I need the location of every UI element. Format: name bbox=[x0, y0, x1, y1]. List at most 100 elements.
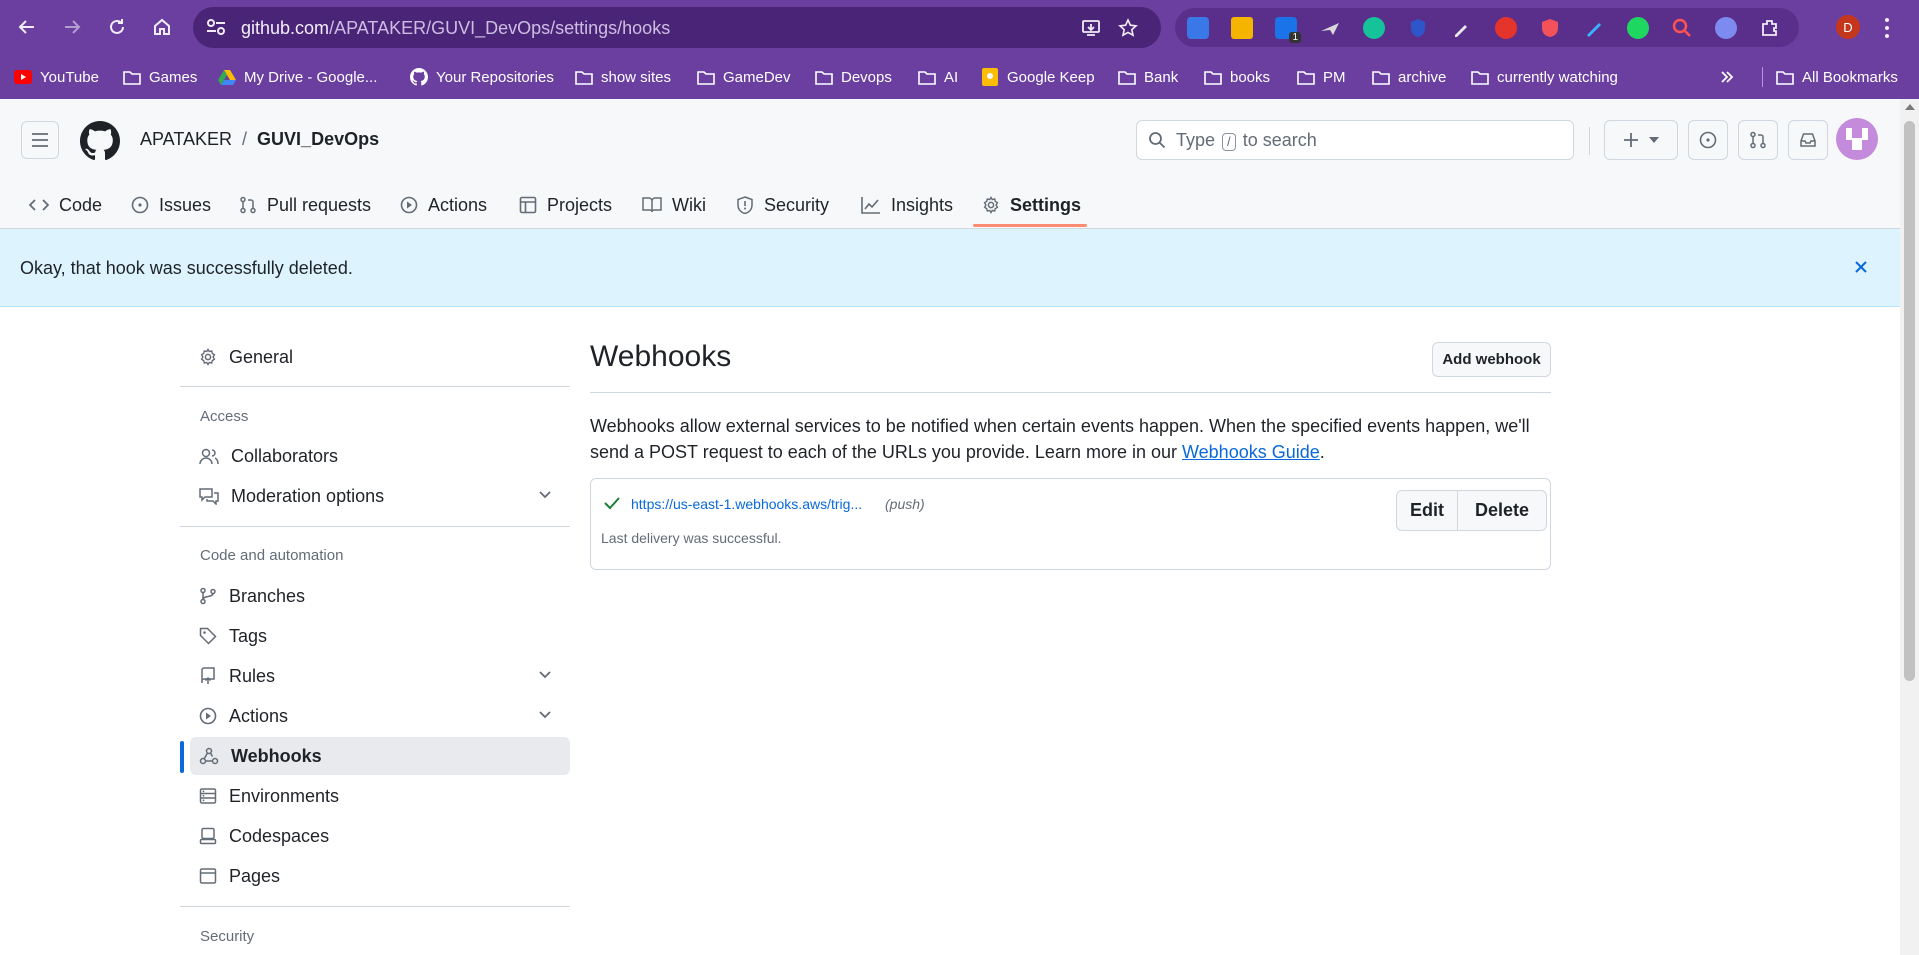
tab-security[interactable]: Security bbox=[736, 181, 829, 229]
bookmark-show-sites[interactable]: show sites bbox=[575, 55, 671, 99]
bookmark-gamedev[interactable]: GameDev bbox=[697, 55, 791, 99]
github-icon bbox=[410, 68, 428, 86]
green-dot-extension-icon[interactable] bbox=[1627, 17, 1649, 39]
tab-wiki[interactable]: Wiki bbox=[642, 181, 706, 229]
bookmark-star-icon[interactable] bbox=[1118, 18, 1138, 38]
grammarly-icon[interactable] bbox=[1363, 17, 1385, 39]
sidebar-item-environments[interactable]: Environments bbox=[190, 777, 570, 815]
sidebar-divider bbox=[180, 906, 570, 907]
bookmark-my-drive[interactable]: My Drive - Google... bbox=[218, 55, 377, 99]
shield-extension-icon[interactable] bbox=[1407, 17, 1429, 39]
sidebar-item-tags[interactable]: Tags bbox=[190, 617, 570, 655]
repo-owner-link[interactable]: APATAKER bbox=[140, 129, 232, 150]
create-new-button[interactable] bbox=[1604, 120, 1678, 160]
tab-settings[interactable]: Settings bbox=[982, 181, 1081, 229]
sidebar-item-branches[interactable]: Branches bbox=[190, 577, 570, 615]
sidebar-item-webhooks[interactable]: Webhooks bbox=[190, 737, 570, 775]
edit-button[interactable]: Edit bbox=[1397, 491, 1458, 530]
bookmark-youtube[interactable]: YouTube bbox=[14, 55, 99, 99]
puzzle-icon[interactable] bbox=[1759, 17, 1781, 39]
extension-badge: 1 bbox=[1289, 32, 1301, 43]
play-icon bbox=[400, 196, 418, 214]
sidebar-heading-security: Security bbox=[200, 928, 255, 945]
sidebar-item-pages[interactable]: Pages bbox=[190, 857, 570, 895]
tab-actions[interactable]: Actions bbox=[400, 181, 487, 229]
eyedropper-extension-icon[interactable] bbox=[1451, 17, 1473, 39]
hamburger-menu-button[interactable] bbox=[21, 121, 59, 159]
tab-label: Actions bbox=[428, 194, 488, 215]
user-avatar[interactable] bbox=[1836, 118, 1878, 160]
inbox-button[interactable] bbox=[1788, 120, 1828, 160]
back-button[interactable] bbox=[10, 10, 44, 44]
pull-requests-button[interactable] bbox=[1738, 120, 1778, 160]
address-bar[interactable]: github.com/APATAKER/GUVI_DevOps/settings… bbox=[193, 7, 1161, 48]
server-icon bbox=[199, 788, 217, 804]
google-keep-extension-icon[interactable] bbox=[1231, 17, 1253, 39]
google-translate-icon[interactable] bbox=[1187, 17, 1209, 39]
page-scrollbar[interactable] bbox=[1900, 99, 1919, 955]
bookmark-bank[interactable]: Bank bbox=[1118, 55, 1178, 99]
reload-button[interactable] bbox=[100, 10, 134, 44]
sidebar-item-codespaces[interactable]: Codespaces bbox=[190, 817, 570, 855]
bookmark-label: show sites bbox=[601, 68, 672, 86]
people-icon bbox=[199, 448, 219, 465]
home-button[interactable] bbox=[145, 10, 179, 44]
flash-close-button[interactable] bbox=[1850, 256, 1872, 278]
bookmark-label: PM bbox=[1323, 68, 1346, 86]
bookmark-archive[interactable]: archive bbox=[1372, 55, 1446, 99]
bookmark-ai[interactable]: AI bbox=[918, 55, 958, 99]
breadcrumb: APATAKER / GUVI_DevOps bbox=[140, 129, 379, 150]
tab-code[interactable]: Code bbox=[29, 181, 102, 229]
delete-button[interactable]: Delete bbox=[1458, 491, 1546, 530]
bookmark-devops[interactable]: Devops bbox=[815, 55, 892, 99]
sidebar-item-moderation-options[interactable]: Moderation options bbox=[190, 477, 570, 515]
tab-pull-requests[interactable]: Pull requests bbox=[239, 181, 371, 229]
ad-blocker-icon[interactable] bbox=[1539, 17, 1561, 39]
sidebar-item-label: Moderation options bbox=[231, 485, 385, 506]
sidebar-item-general[interactable]: General bbox=[190, 338, 570, 376]
bookmark-your-repositories[interactable]: Your Repositories bbox=[410, 55, 554, 99]
highlighter-icon[interactable] bbox=[1583, 17, 1605, 39]
chevron-down-icon bbox=[539, 711, 551, 719]
browser-menu-icon[interactable] bbox=[1884, 17, 1890, 39]
folder-icon bbox=[1297, 68, 1315, 86]
bookmark-books[interactable]: books bbox=[1204, 55, 1270, 99]
google-keep-icon bbox=[981, 68, 999, 86]
issues-button[interactable] bbox=[1688, 120, 1728, 160]
tab-insights[interactable]: Insights bbox=[861, 181, 953, 229]
tab-label: Security bbox=[764, 194, 830, 215]
webhook-url-link[interactable]: https://us-east-1.webhooks.aws/trig... bbox=[631, 496, 862, 512]
scrollbar-thumb[interactable] bbox=[1904, 121, 1915, 681]
repo-name-link[interactable]: GUVI_DevOps bbox=[257, 129, 379, 150]
bookmark-pm[interactable]: PM bbox=[1297, 55, 1346, 99]
badge-extension-icon[interactable]: 1 bbox=[1275, 17, 1301, 43]
check-icon bbox=[603, 495, 621, 511]
sidebar-item-rules[interactable]: Rules bbox=[190, 657, 570, 695]
stop-hand-icon[interactable] bbox=[1495, 17, 1517, 39]
github-logo-icon[interactable] bbox=[80, 121, 120, 161]
browser-profile-avatar[interactable]: D bbox=[1836, 15, 1860, 39]
bookmark-google-keep[interactable]: Google Keep bbox=[981, 55, 1095, 99]
sidebar-item-actions[interactable]: Actions bbox=[190, 697, 570, 735]
lens-extension-icon[interactable] bbox=[1715, 17, 1737, 39]
tag-icon bbox=[199, 627, 217, 645]
scroll-up-arrow-icon[interactable] bbox=[1905, 104, 1915, 110]
add-webhook-button[interactable]: Add webhook bbox=[1432, 342, 1551, 377]
tab-projects[interactable]: Projects bbox=[519, 181, 612, 229]
more-bookmarks-button[interactable] bbox=[1718, 55, 1736, 99]
sidebar-divider bbox=[180, 386, 570, 387]
bookmark-games[interactable]: Games bbox=[123, 55, 197, 99]
site-info-icon[interactable] bbox=[205, 17, 227, 37]
airplane-extension-icon[interactable] bbox=[1319, 17, 1341, 39]
sidebar-item-collaborators[interactable]: Collaborators bbox=[190, 437, 570, 475]
install-app-icon[interactable] bbox=[1081, 18, 1101, 38]
magnifier-extension-icon[interactable] bbox=[1671, 17, 1693, 39]
bookmark-currently-watching[interactable]: currently watching bbox=[1471, 55, 1618, 99]
tab-issues[interactable]: Issues bbox=[131, 181, 211, 229]
bookmark-all-bookmarks[interactable]: All Bookmarks bbox=[1776, 55, 1898, 99]
search-input[interactable]: Type / to search bbox=[1136, 120, 1574, 160]
bookmark-label: Games bbox=[149, 68, 198, 86]
bookmark-label: GameDev bbox=[723, 68, 791, 86]
webhooks-guide-link[interactable]: Webhooks Guide bbox=[1182, 442, 1320, 462]
forward-button[interactable] bbox=[55, 10, 89, 44]
